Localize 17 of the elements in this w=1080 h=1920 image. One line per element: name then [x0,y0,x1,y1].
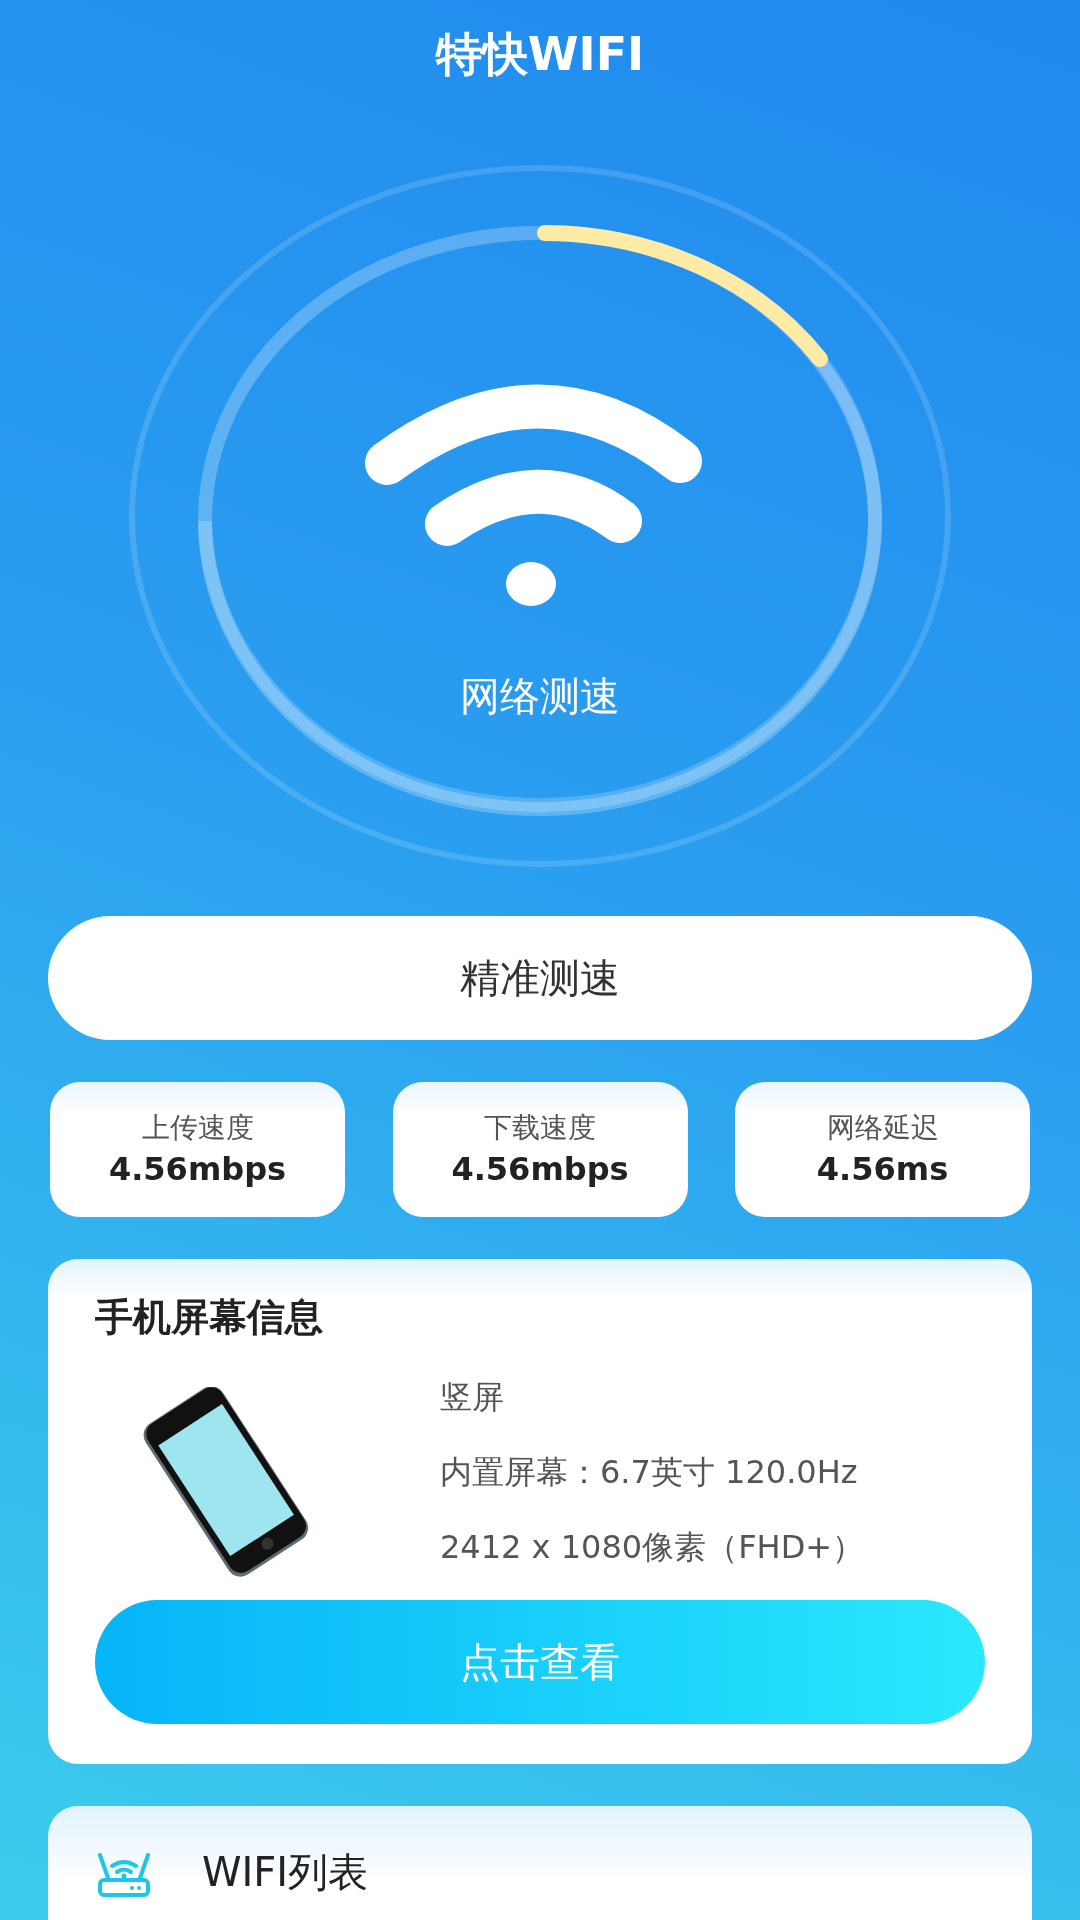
stat-value: 4.56mbps [451,1148,629,1190]
precise-test-button[interactable]: 精准测速 [48,916,1032,1040]
stat-label: 上传速度 [141,1109,254,1146]
stat-label: 下载速度 [484,1109,596,1146]
stat-value: 4.56ms [816,1148,949,1190]
wifi-list-title: WIFI列表 [202,1848,369,1897]
router-icon [96,1852,152,1898]
stat-value: 4.56mbps [108,1148,287,1190]
card-title: 手机屏幕信息 [95,1294,324,1341]
wifi-icon [365,384,702,606]
wifi-list-card[interactable]: WIFI列表 [48,1806,1032,1920]
screen-info-text: 内置屏幕：6.7英寸 120.0Hz [440,1452,859,1493]
screen-info-text: 2412 x 1080像素（FHD+） [440,1527,865,1568]
gauge-label: 网络测速 [460,672,620,721]
stat-label: 网络延迟 [826,1109,939,1146]
app-title: 特快WIFI [434,26,646,83]
screen-info-text: 竖屏 [440,1377,505,1418]
